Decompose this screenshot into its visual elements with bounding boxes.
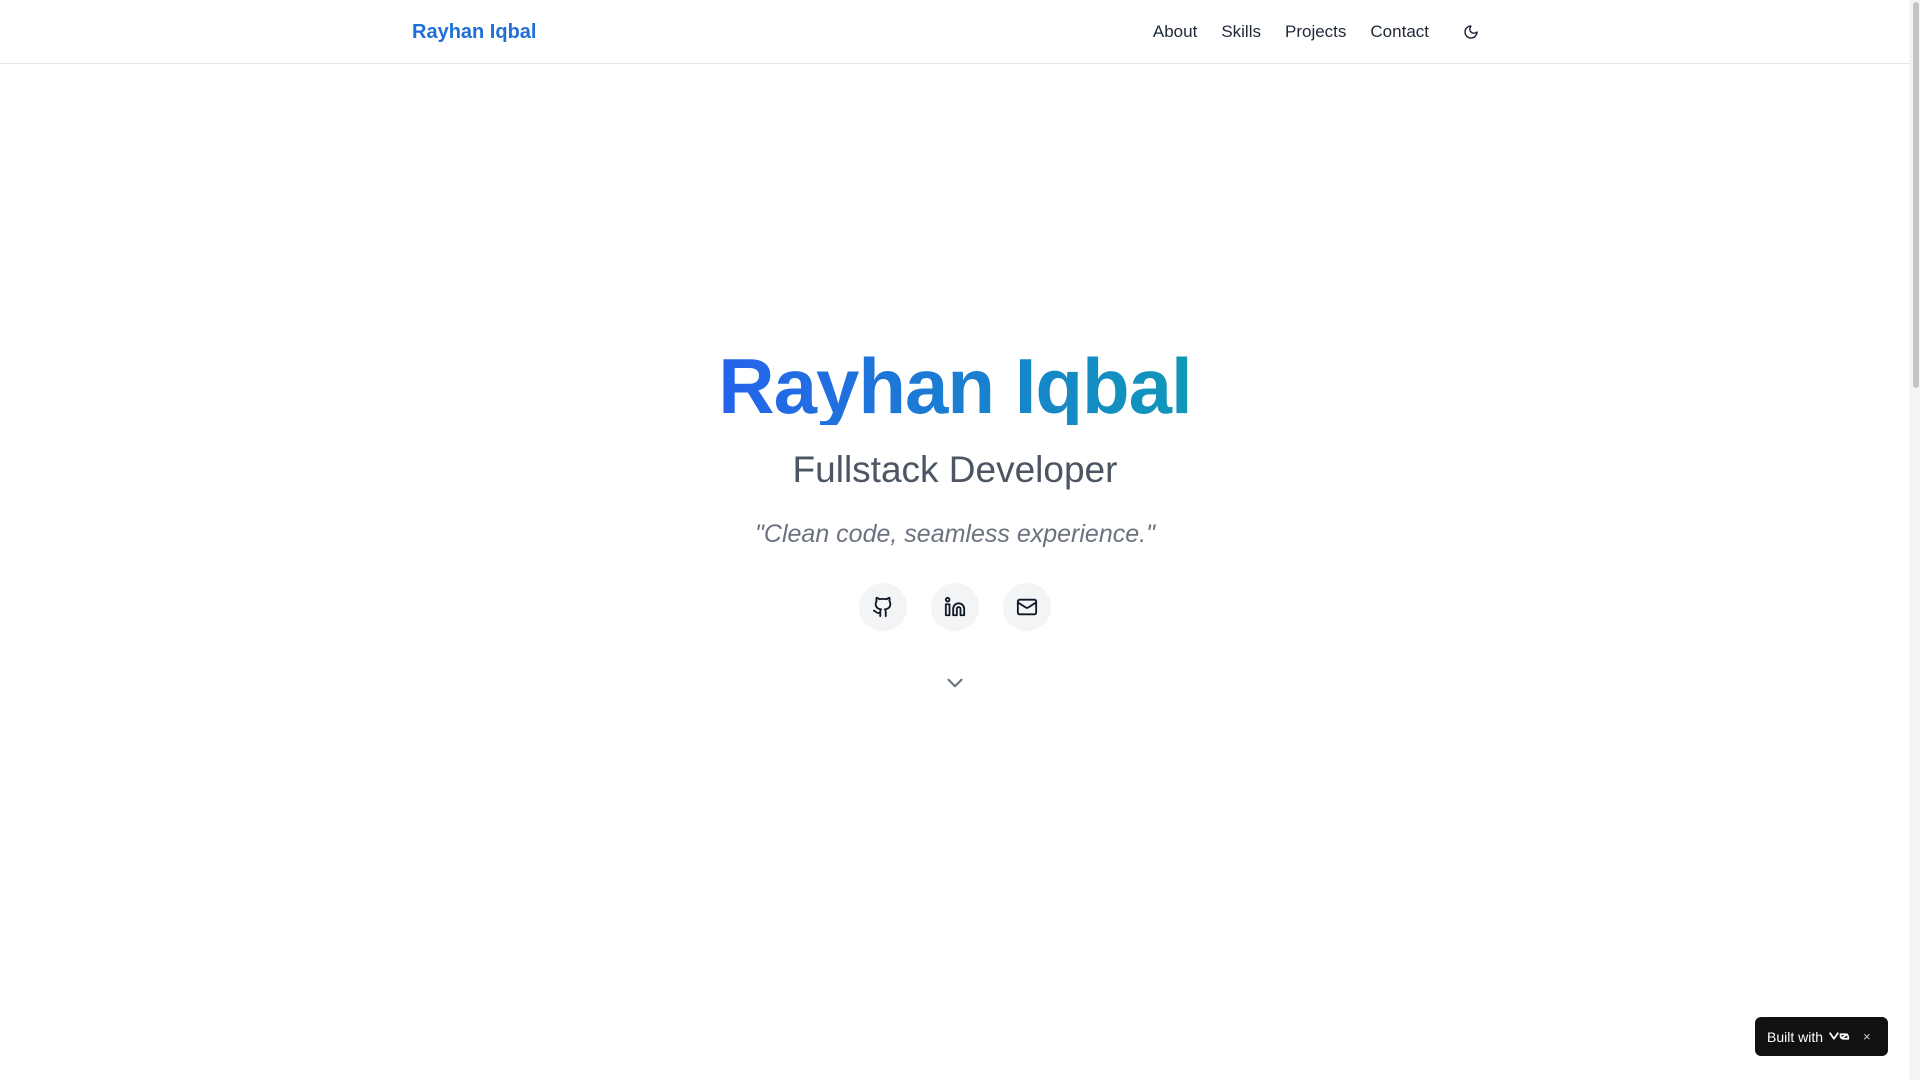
mail-icon [1016, 598, 1038, 616]
linkedin-link-button[interactable] [931, 583, 979, 631]
badge-close-button[interactable]: × [1863, 1030, 1871, 1043]
chevron-down-icon [947, 678, 963, 688]
social-links [859, 583, 1051, 631]
site-header: Rayhan Iqbal About Skills Projects Conta… [0, 0, 1910, 64]
nav-link-contact[interactable]: Contact [1370, 22, 1429, 42]
scrollbar-thumb[interactable] [1913, 2, 1919, 388]
page-scrollbar[interactable] [1910, 0, 1920, 1080]
nav-link-skills[interactable]: Skills [1221, 22, 1261, 42]
moon-icon [1464, 25, 1478, 39]
linkedin-icon [944, 596, 966, 617]
email-link-button[interactable] [1003, 583, 1051, 631]
scroll-down-button[interactable] [939, 667, 971, 699]
brand-logo-link[interactable]: Rayhan Iqbal [412, 0, 536, 64]
built-with-badge[interactable]: Built with × [1755, 1017, 1888, 1056]
theme-toggle-button[interactable] [1453, 14, 1489, 50]
main-nav: About Skills Projects Contact [1153, 0, 1489, 64]
github-link-button[interactable] [859, 583, 907, 631]
hero-role-subtitle: Fullstack Developer [792, 449, 1118, 490]
v0-logo-icon [1829, 1031, 1851, 1042]
nav-link-about[interactable]: About [1153, 22, 1197, 42]
hero-section: Rayhan Iqbal Fullstack Developer "Clean … [0, 64, 1910, 1080]
nav-link-projects[interactable]: Projects [1285, 22, 1346, 42]
github-icon [872, 596, 892, 618]
hero-tagline-quote: "Clean code, seamless experience." [755, 520, 1155, 548]
hero-name-heading: Rayhan Iqbal [718, 342, 1192, 430]
badge-label: Built with [1767, 1028, 1824, 1045]
